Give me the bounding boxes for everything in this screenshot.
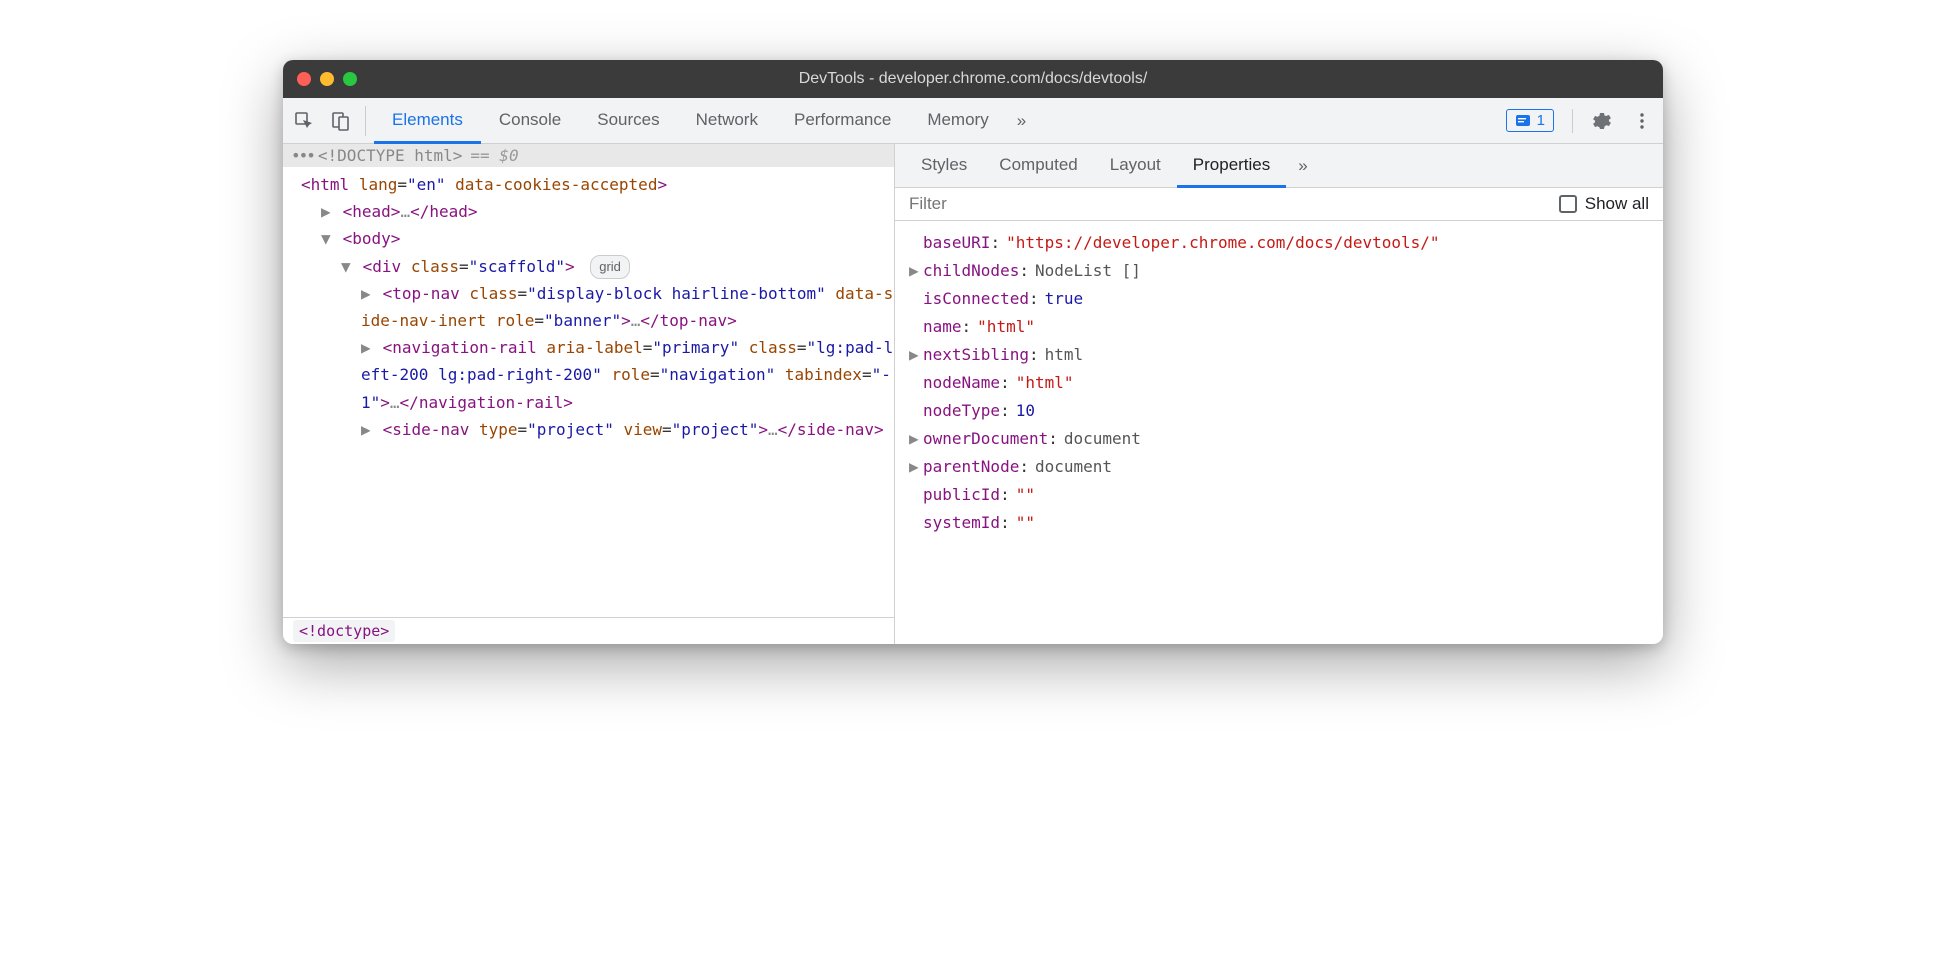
- property-row[interactable]: publicId:"": [909, 481, 1649, 509]
- collapse-arrow-icon[interactable]: ▼: [341, 253, 353, 280]
- expand-arrow-icon[interactable]: ▶: [909, 453, 923, 481]
- dom-node-head[interactable]: ▶ <head>…</head>: [283, 198, 894, 225]
- inspect-element-icon[interactable]: [293, 110, 315, 132]
- devtools-window: DevTools - developer.chrome.com/docs/dev…: [283, 60, 1663, 644]
- selected-dom-line[interactable]: ••• <!DOCTYPE html> == $0: [283, 144, 894, 167]
- dom-node-topnav[interactable]: ▶ <top-nav class="display-block hairline…: [283, 280, 894, 334]
- show-all-toggle[interactable]: Show all: [1559, 194, 1649, 214]
- tab-performance[interactable]: Performance: [776, 98, 909, 144]
- expand-arrow-icon[interactable]: ▶: [361, 280, 373, 307]
- properties-list[interactable]: baseURI:"https://developer.chrome.com/do…: [895, 221, 1663, 644]
- maximize-window-button[interactable]: [343, 72, 357, 86]
- main-tabs: ElementsConsoleSourcesNetworkPerformance…: [374, 98, 1007, 143]
- titlebar: DevTools - developer.chrome.com/docs/dev…: [283, 60, 1663, 98]
- issues-icon: [1515, 113, 1531, 129]
- property-row[interactable]: nodeName:"html": [909, 369, 1649, 397]
- filter-input[interactable]: [909, 194, 1559, 214]
- dom-node-scaffold[interactable]: ▼ <div class="scaffold"> grid: [283, 253, 894, 280]
- expand-arrow-icon[interactable]: ▶: [909, 341, 923, 369]
- expand-arrow-icon[interactable]: ▶: [909, 425, 923, 453]
- issues-count: 1: [1537, 112, 1545, 129]
- device-toggle-icon[interactable]: [329, 110, 351, 132]
- expand-arrow-icon[interactable]: ▶: [361, 334, 373, 361]
- tab-sources[interactable]: Sources: [579, 98, 677, 144]
- tab-console[interactable]: Console: [481, 98, 579, 144]
- side-tab-styles[interactable]: Styles: [905, 144, 983, 188]
- panel-body: ••• <!DOCTYPE html> == $0 <html lang="en…: [283, 144, 1663, 644]
- selection-marker: == $0: [470, 146, 518, 165]
- side-tabs-overflow-icon[interactable]: »: [1298, 144, 1307, 187]
- minimize-window-button[interactable]: [320, 72, 334, 86]
- grid-badge[interactable]: grid: [590, 255, 630, 279]
- dom-tree[interactable]: <html lang="en" data-cookies-accepted> ▶…: [283, 167, 894, 617]
- doctype-text: <!DOCTYPE html>: [318, 146, 463, 165]
- main-toolbar: ElementsConsoleSourcesNetworkPerformance…: [283, 98, 1663, 144]
- property-row[interactable]: ▶ownerDocument:document: [909, 425, 1649, 453]
- kebab-menu-icon[interactable]: [1631, 110, 1653, 132]
- tab-elements[interactable]: Elements: [374, 98, 481, 144]
- dom-node-html[interactable]: <html lang="en" data-cookies-accepted>: [283, 171, 894, 198]
- tab-network[interactable]: Network: [678, 98, 776, 144]
- issues-badge[interactable]: 1: [1506, 109, 1554, 132]
- property-row[interactable]: ▶parentNode:document: [909, 453, 1649, 481]
- ellipsis-icon: •••: [291, 146, 314, 165]
- close-window-button[interactable]: [297, 72, 311, 86]
- collapse-arrow-icon[interactable]: ▼: [321, 225, 333, 252]
- expand-arrow-icon[interactable]: ▶: [361, 416, 373, 443]
- property-row[interactable]: name:"html": [909, 313, 1649, 341]
- expand-arrow-icon[interactable]: ▶: [909, 257, 923, 285]
- toolbar-right-group: 1: [1506, 109, 1653, 133]
- separator: [1572, 109, 1573, 133]
- dom-node-navrail[interactable]: ▶ <navigation-rail aria-label="primary" …: [283, 334, 894, 416]
- side-tab-layout[interactable]: Layout: [1094, 144, 1177, 188]
- breadcrumb-item[interactable]: <!doctype>: [293, 620, 395, 642]
- property-row[interactable]: nodeType:10: [909, 397, 1649, 425]
- settings-icon[interactable]: [1591, 110, 1613, 132]
- styles-sidebar: StylesComputedLayoutProperties » Show all…: [895, 144, 1663, 644]
- dom-node-sidenav[interactable]: ▶ <side-nav type="project" view="project…: [283, 416, 894, 443]
- window-title: DevTools - developer.chrome.com/docs/dev…: [283, 70, 1663, 88]
- main-tabs-overflow-icon[interactable]: »: [1017, 111, 1026, 131]
- property-row[interactable]: isConnected:true: [909, 285, 1649, 313]
- side-tab-computed[interactable]: Computed: [983, 144, 1093, 188]
- expand-arrow-icon[interactable]: ▶: [321, 198, 333, 225]
- tab-memory[interactable]: Memory: [909, 98, 1006, 144]
- property-row[interactable]: systemId:"": [909, 509, 1649, 537]
- elements-panel: ••• <!DOCTYPE html> == $0 <html lang="en…: [283, 144, 895, 644]
- property-row[interactable]: ▶nextSibling:html: [909, 341, 1649, 369]
- side-tabs: StylesComputedLayoutProperties »: [895, 144, 1663, 188]
- property-row[interactable]: ▶childNodes:NodeList []: [909, 257, 1649, 285]
- toolbar-left-group: [293, 106, 366, 136]
- side-tab-properties[interactable]: Properties: [1177, 144, 1286, 188]
- property-row[interactable]: baseURI:"https://developer.chrome.com/do…: [909, 229, 1649, 257]
- dom-node-body[interactable]: ▼ <body>: [283, 225, 894, 252]
- window-controls: [297, 72, 357, 86]
- show-all-label: Show all: [1585, 194, 1649, 214]
- show-all-checkbox[interactable]: [1559, 195, 1577, 213]
- filter-row: Show all: [895, 188, 1663, 221]
- breadcrumb[interactable]: <!doctype>: [283, 617, 894, 644]
